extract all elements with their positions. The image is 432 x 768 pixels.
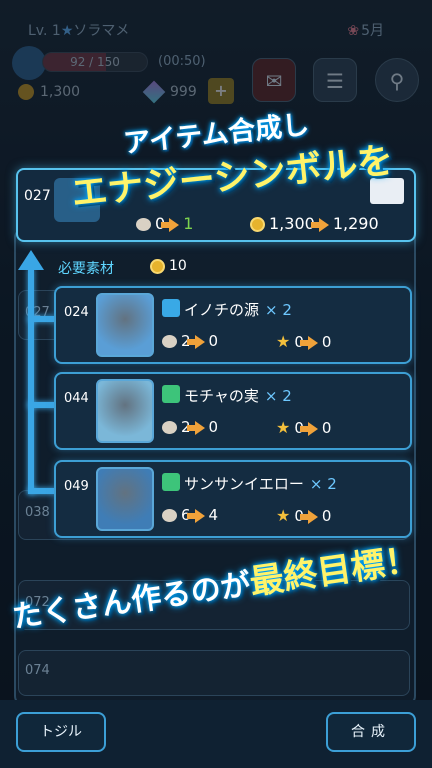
seed-change: 01 <box>136 214 193 233</box>
star-change: ★ 0 0 <box>276 418 332 437</box>
list-item: 074 <box>18 650 410 696</box>
item-number: 027 <box>24 188 51 204</box>
seed-change: 20 <box>162 332 218 350</box>
star-icon: ★ <box>276 506 291 525</box>
water-drop-icon <box>162 299 180 317</box>
seed-icon <box>162 335 177 348</box>
clover-icon <box>162 473 180 491</box>
material-name: モチャの実 × 2 <box>184 387 292 405</box>
material-card[interactable]: 049 サンサンイエロー × 2 64 ★ 0 0 <box>54 460 412 538</box>
arrow-right-icon <box>186 508 205 523</box>
star-change: ★ 0 0 <box>276 506 332 525</box>
coin-icon <box>150 258 165 274</box>
connector-branch <box>28 402 56 408</box>
arrow-right-icon <box>299 509 318 524</box>
connector-branch <box>28 488 56 494</box>
arrow-right-icon <box>310 217 329 232</box>
arrow-right-icon <box>299 335 318 350</box>
material-name: イノチの源 × 2 <box>184 301 292 319</box>
material-card[interactable]: 044 モチャの実 × 2 20 ★ 0 0 <box>54 372 412 450</box>
star-change: ★ 0 0 <box>276 332 332 351</box>
requirements-label: 必要素材 <box>58 261 114 277</box>
seed-change: 20 <box>162 418 218 436</box>
connector-branch <box>28 316 56 322</box>
coin-icon <box>250 217 265 232</box>
item-number: 049 <box>64 479 89 494</box>
seed-icon <box>162 509 177 522</box>
requirements-cost: 10 <box>150 258 187 274</box>
material-card[interactable]: 024 イノチの源 × 2 20 ★ 0 0 <box>54 286 412 364</box>
mocha-fruit-thumbnail <box>96 379 154 443</box>
arrow-right-icon <box>161 217 180 232</box>
clover-icon <box>162 385 180 403</box>
jellyfish-thumbnail <box>96 293 154 357</box>
connector-line <box>28 268 34 494</box>
coin-change: 1,300 1,290 <box>250 214 379 233</box>
arrow-right-icon <box>299 421 318 436</box>
synthesize-button[interactable]: 合成 <box>326 712 416 752</box>
item-number: 044 <box>64 391 89 406</box>
star-icon: ★ <box>276 418 291 437</box>
seed-change: 64 <box>162 506 218 524</box>
close-button[interactable]: トジル <box>16 712 106 752</box>
seed-icon <box>162 421 177 434</box>
arrow-right-icon <box>186 420 205 435</box>
sunflower-thumbnail <box>96 467 154 531</box>
arrow-right-icon <box>186 334 205 349</box>
material-name: サンサンイエロー × 2 <box>184 475 337 493</box>
star-icon: ★ <box>276 332 291 351</box>
seed-icon <box>136 218 151 231</box>
up-arrow-icon <box>18 250 44 270</box>
item-number: 024 <box>64 305 89 320</box>
